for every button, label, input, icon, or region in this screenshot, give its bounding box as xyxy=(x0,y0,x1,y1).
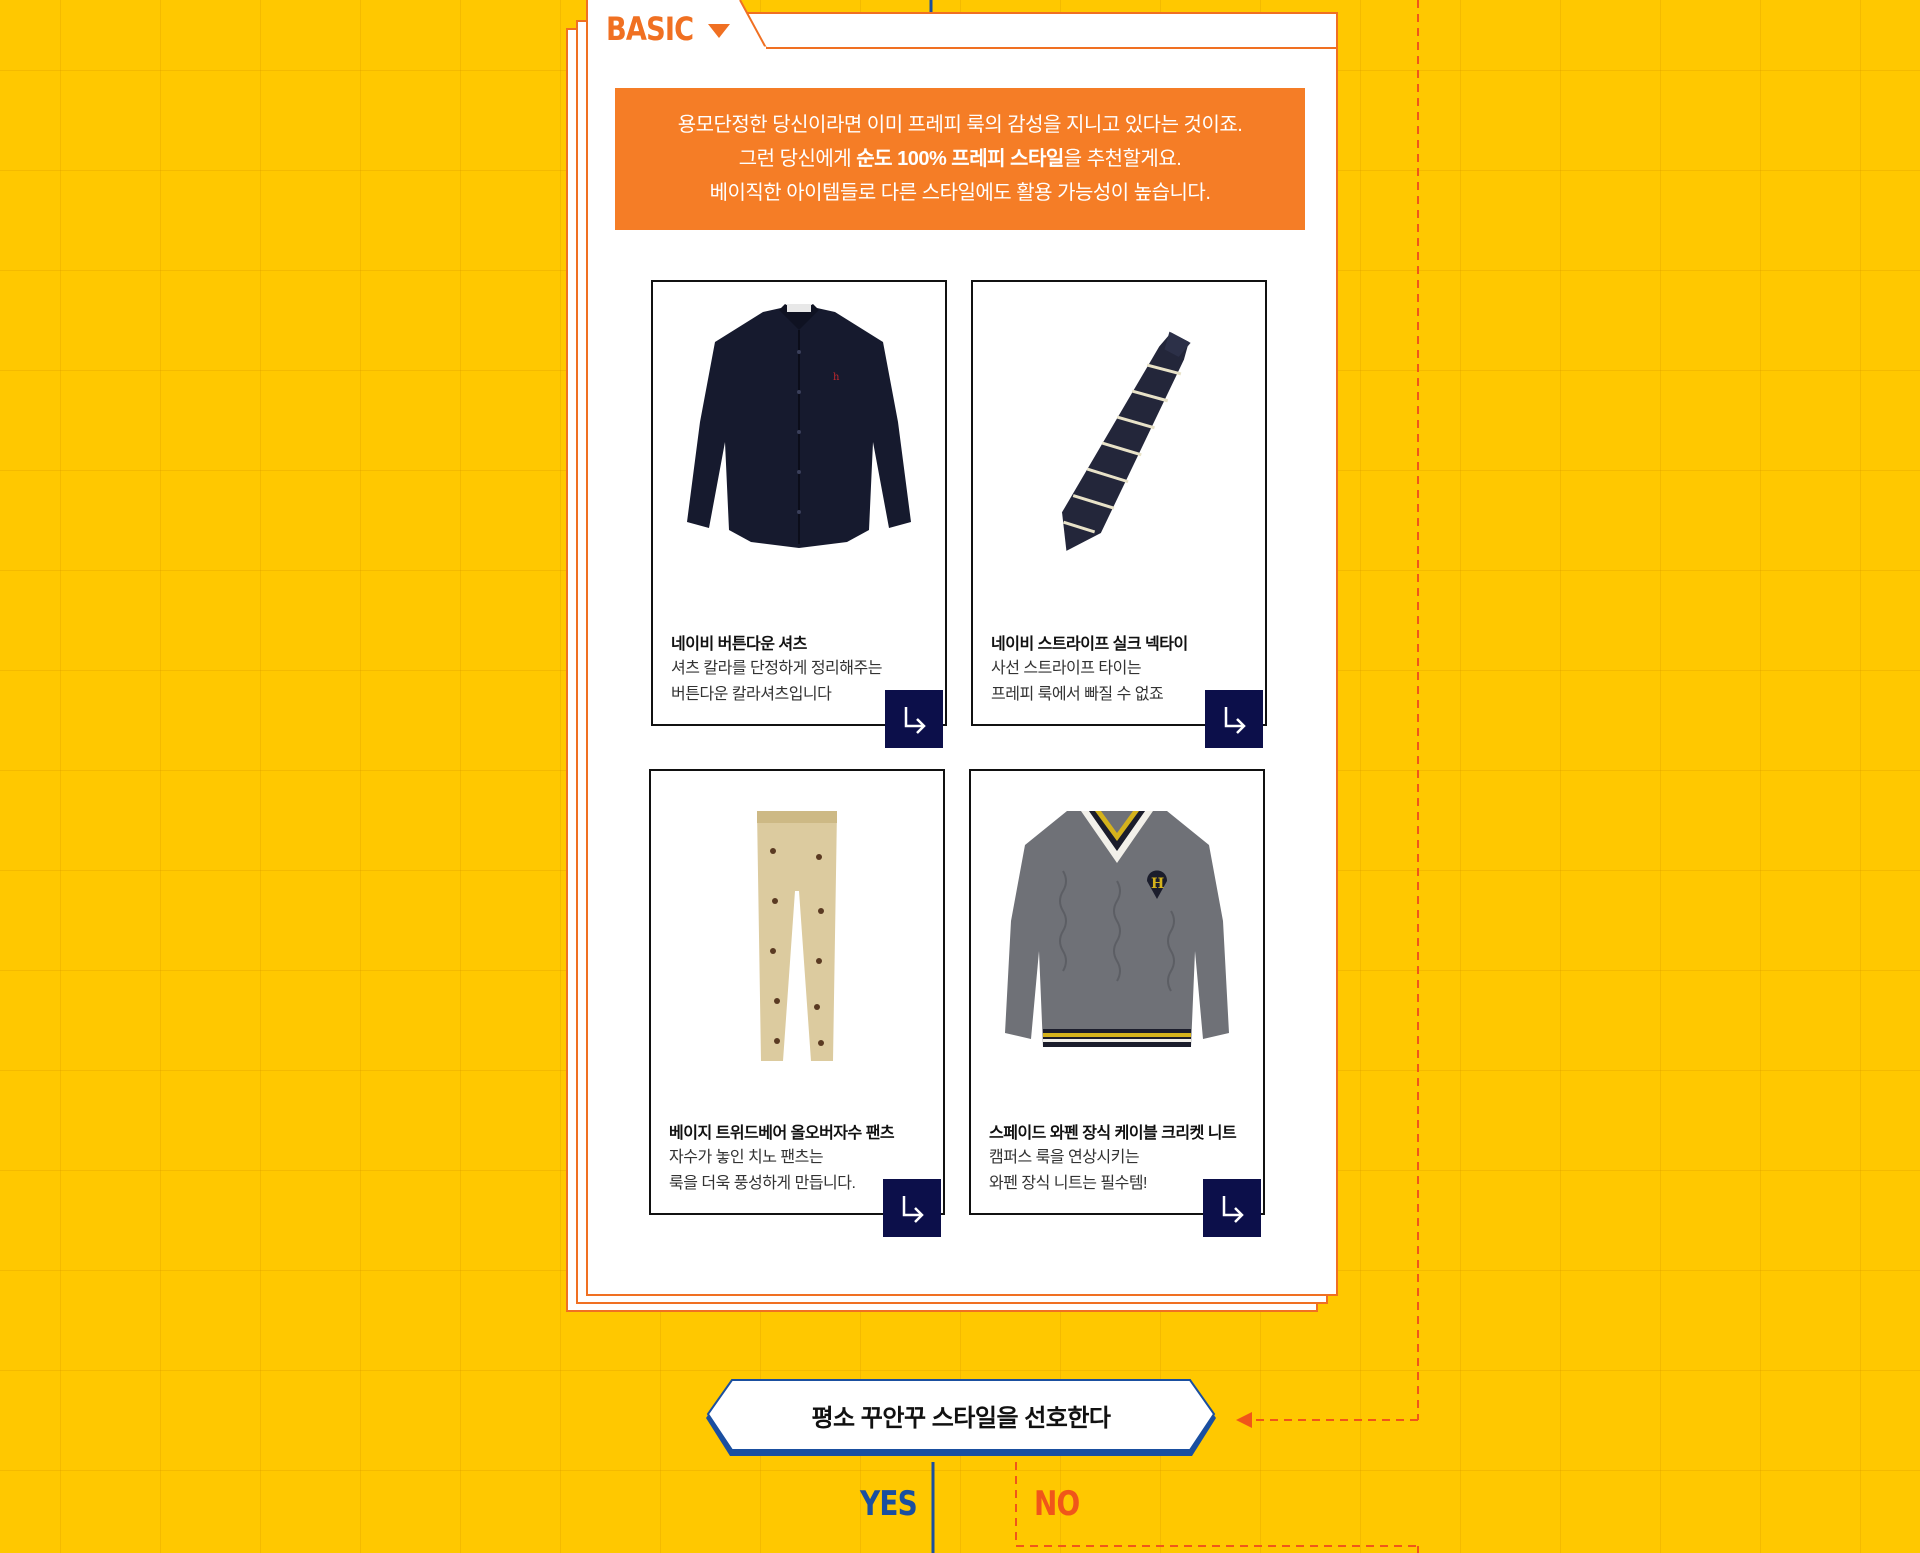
knit-image: H xyxy=(971,771,1263,1101)
product-desc-line: 버튼다운 칼라셔츠입니다 xyxy=(671,686,832,703)
intro-line: 그런 당신에게 순도 100% 프레피 스타일을 추천할게요. xyxy=(615,142,1305,176)
intro-banner: 용모단정한 당신이라면 이미 프레피 룩의 감성을 지니고 있다는 것이죠. 그… xyxy=(615,88,1305,230)
product-card-knit[interactable]: H 스페이드 와펜 장식 케이블 크리켓 니트 캠퍼스 룩을 연상시키는 와펜 … xyxy=(969,769,1265,1237)
product-desc-line: 캠퍼스 룩을 연상시키는 xyxy=(989,1149,1140,1166)
arrow-down-right-icon xyxy=(1224,707,1246,734)
view-product-button[interactable] xyxy=(885,690,943,748)
view-product-button[interactable] xyxy=(883,1179,941,1237)
intro-line: 용모단정한 당신이라면 이미 프레피 룩의 감성을 지니고 있다는 것이죠. xyxy=(677,114,1243,136)
category-tab-label: BASIC xyxy=(606,10,694,48)
question-text: 평소 꾸안꾸 스타일을 선호한다 xyxy=(811,1404,1111,1432)
no-branch-label[interactable]: NO xyxy=(1034,1484,1080,1524)
product-description: 사선 스트라이프 타이는 프레피 룩에서 빠질 수 없죠 xyxy=(991,656,1164,708)
product-name: 네이비 스트라이프 실크 넥타이 xyxy=(991,636,1188,653)
arrow-down-right-icon xyxy=(1222,1196,1244,1223)
view-product-button[interactable] xyxy=(1205,690,1263,748)
shirt-image: h xyxy=(653,282,945,612)
product-name: 네이비 버튼다운 셔츠 xyxy=(671,636,807,653)
product-card-pants[interactable]: 베이지 트위드베어 올오버자수 팬츠 자수가 놓인 치노 팬츠는 룩을 더욱 풍… xyxy=(649,769,945,1237)
product-desc-line: 와펜 장식 니트는 필수템! xyxy=(989,1175,1147,1192)
product-desc-line: 프레피 룩에서 빠질 수 없죠 xyxy=(991,686,1164,703)
card-tab xyxy=(586,0,1336,50)
yes-branch-label[interactable]: YES xyxy=(860,1484,918,1524)
product-desc-line: 자수가 놓인 치노 팬츠는 xyxy=(669,1149,824,1166)
product-name: 스페이드 와펜 장식 케이블 크리켓 니트 xyxy=(989,1125,1237,1142)
intro-text: 을 추천할게요. xyxy=(1063,148,1182,170)
product-card-shirt[interactable]: h 네이비 버튼다운 셔츠 셔츠 칼라를 단정하게 정리해주는 버튼다운 칼라셔… xyxy=(651,280,947,748)
product-description: 셔츠 칼라를 단정하게 정리해주는 버튼다운 칼라셔츠입니다 xyxy=(671,656,882,708)
flow-question-box[interactable]: 평소 꾸안꾸 스타일을 선호한다 xyxy=(700,1378,1222,1462)
triangle-down-icon[interactable] xyxy=(708,24,730,38)
product-description: 자수가 놓인 치노 팬츠는 룩을 더욱 풍성하게 만듭니다. xyxy=(669,1145,856,1197)
product-desc-line: 사선 스트라이프 타이는 xyxy=(991,660,1142,677)
svg-text:H: H xyxy=(1151,876,1164,892)
arrow-down-right-icon xyxy=(904,707,926,734)
product-desc-line: 룩을 더욱 풍성하게 만듭니다. xyxy=(669,1175,856,1192)
intro-highlight: 순도 100% 프레피 스타일 xyxy=(856,148,1064,170)
intro-text: 그런 당신에게 xyxy=(738,148,857,170)
view-product-button[interactable] xyxy=(1203,1179,1261,1237)
arrow-down-right-icon xyxy=(902,1196,924,1223)
pants-image xyxy=(651,771,943,1101)
product-card-tie[interactable]: 네이비 스트라이프 실크 넥타이 사선 스트라이프 타이는 프레피 룩에서 빠질… xyxy=(971,280,1267,748)
svg-text:h: h xyxy=(833,372,840,383)
product-description: 캠퍼스 룩을 연상시키는 와펜 장식 니트는 필수템! xyxy=(989,1145,1147,1197)
necktie-image xyxy=(973,282,1265,612)
product-desc-line: 셔츠 칼라를 단정하게 정리해주는 xyxy=(671,660,882,677)
intro-line: 베이직한 아이템들로 다른 스타일에도 활용 가능성이 높습니다. xyxy=(709,182,1211,204)
product-name: 베이지 트위드베어 올오버자수 팬츠 xyxy=(669,1125,895,1142)
